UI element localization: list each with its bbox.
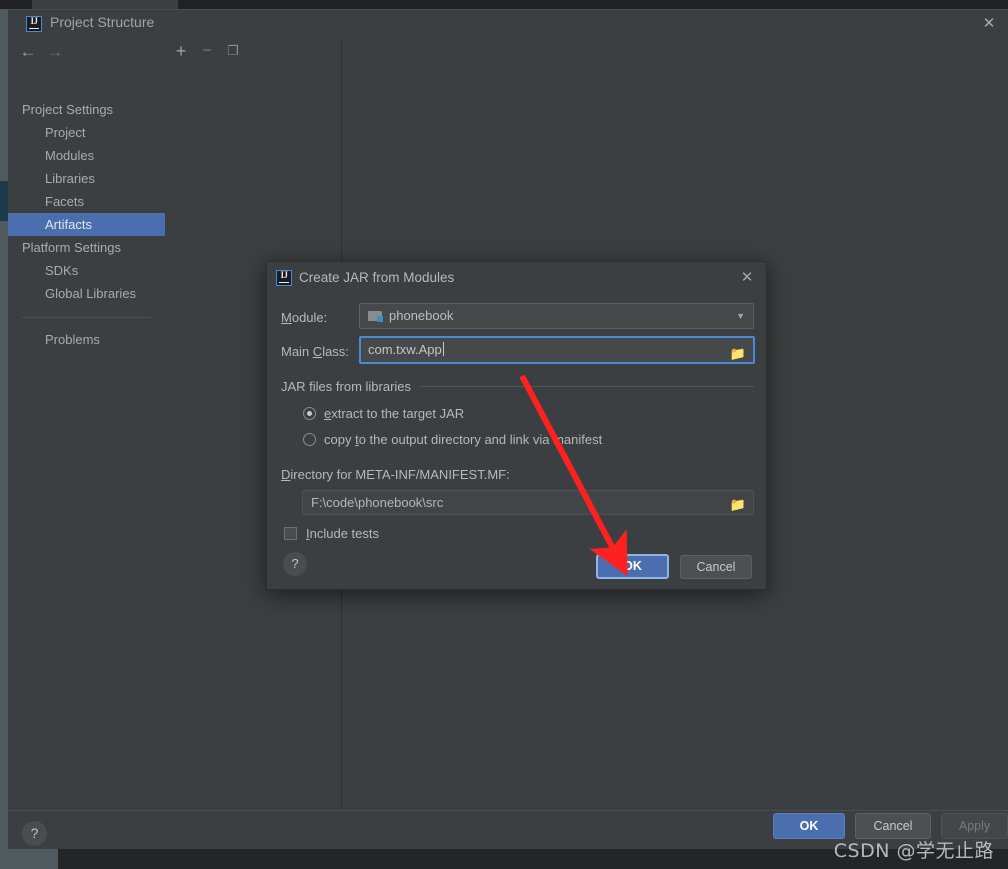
main-class-input[interactable]: com.txw.App 📁 [359,336,755,364]
copy-icon[interactable]: ❐ [223,41,243,61]
sidebar-group-platform-settings: Platform Settings [22,240,121,255]
sidebar-divider [22,317,151,318]
sidebar-item-global-libraries[interactable]: Global Libraries [8,282,165,305]
help-icon[interactable]: ? [22,821,47,846]
forward-arrow-icon[interactable]: → [44,42,66,62]
sidebar-item-modules[interactable]: Modules [8,144,165,167]
browse-folder-icon[interactable]: 📁 [730,342,746,366]
watermark-text: CSDN @学无止路 [833,840,994,862]
sidebar-group-project-settings: Project Settings [22,102,114,117]
add-icon[interactable]: + [171,41,191,61]
sidebar-item-artifacts[interactable]: Artifacts [8,213,165,236]
text-caret [442,342,444,356]
include-tests-checkbox[interactable] [284,527,297,540]
radio-extract-to-target-jar[interactable] [303,407,316,420]
ide-left-accent [0,181,8,221]
sidebar-item-problems[interactable]: Problems [8,328,165,351]
sidebar-item-facets[interactable]: Facets [8,190,165,213]
remove-icon[interactable]: − [197,41,217,61]
back-arrow-icon[interactable]: ← [17,42,39,62]
manifest-browse-folder-icon[interactable]: 📁 [730,493,746,516]
radio-extract-label: extract to the target JAR [324,406,465,421]
sidebar-item-libraries[interactable]: Libraries [8,167,165,190]
main-class-label: Main Class: [281,344,349,359]
ide-editor-tab-stub [32,0,178,9]
ide-bottom-left-strip [0,847,58,869]
intellij-logo-icon [276,270,292,286]
sidebar: ← → Project Settings Project Modules Lib… [8,38,166,810]
window-titlebar: Project Structure ✕ [8,10,1008,38]
module-select[interactable]: phonebook ▼ [359,303,754,329]
settings-tree: Project Settings Project Modules Librari… [8,98,165,351]
dialog-titlebar: Create JAR from Modules ✕ [267,262,766,296]
manifest-dir-value: F:\code\phonebook\src [311,495,444,510]
sidebar-item-project[interactable]: Project [8,121,165,144]
sidebar-item-sdks[interactable]: SDKs [8,259,165,282]
page-title: Project Structure [50,14,155,30]
manifest-dir-label: Directory for META-INF/MANIFEST.MF: [281,467,510,482]
dialog-help-icon[interactable]: ? [283,552,307,576]
radio-copy-label: copy to the output directory and link vi… [324,432,603,447]
close-icon[interactable]: ✕ [980,15,998,33]
module-value: phonebook [389,308,454,323]
sidebar-nav: ← → [8,38,165,65]
module-icon [368,310,383,322]
intellij-logo-icon [26,16,42,32]
module-label: Module: [281,310,328,325]
radio-copy-to-output-directory[interactable] [303,433,316,446]
artifacts-toolbar: + − ❐ [165,38,342,66]
dialog-close-icon[interactable]: ✕ [738,269,756,287]
chevron-down-icon: ▼ [736,311,745,321]
ide-left-strip [0,9,8,869]
main-class-value: com.txw.App [368,342,442,357]
dialog-title: Create JAR from Modules [299,270,455,285]
dialog-cancel-button[interactable]: Cancel [680,555,752,579]
jar-group-label: JAR files from libraries [281,379,412,394]
group-separator [420,386,754,387]
include-tests-label: Include tests [306,526,379,541]
create-jar-dialog: Create JAR from Modules ✕ Module: phoneb… [266,261,767,590]
dialog-ok-button[interactable]: OK [596,554,669,579]
manifest-dir-input[interactable]: F:\code\phonebook\src 📁 [302,490,754,515]
